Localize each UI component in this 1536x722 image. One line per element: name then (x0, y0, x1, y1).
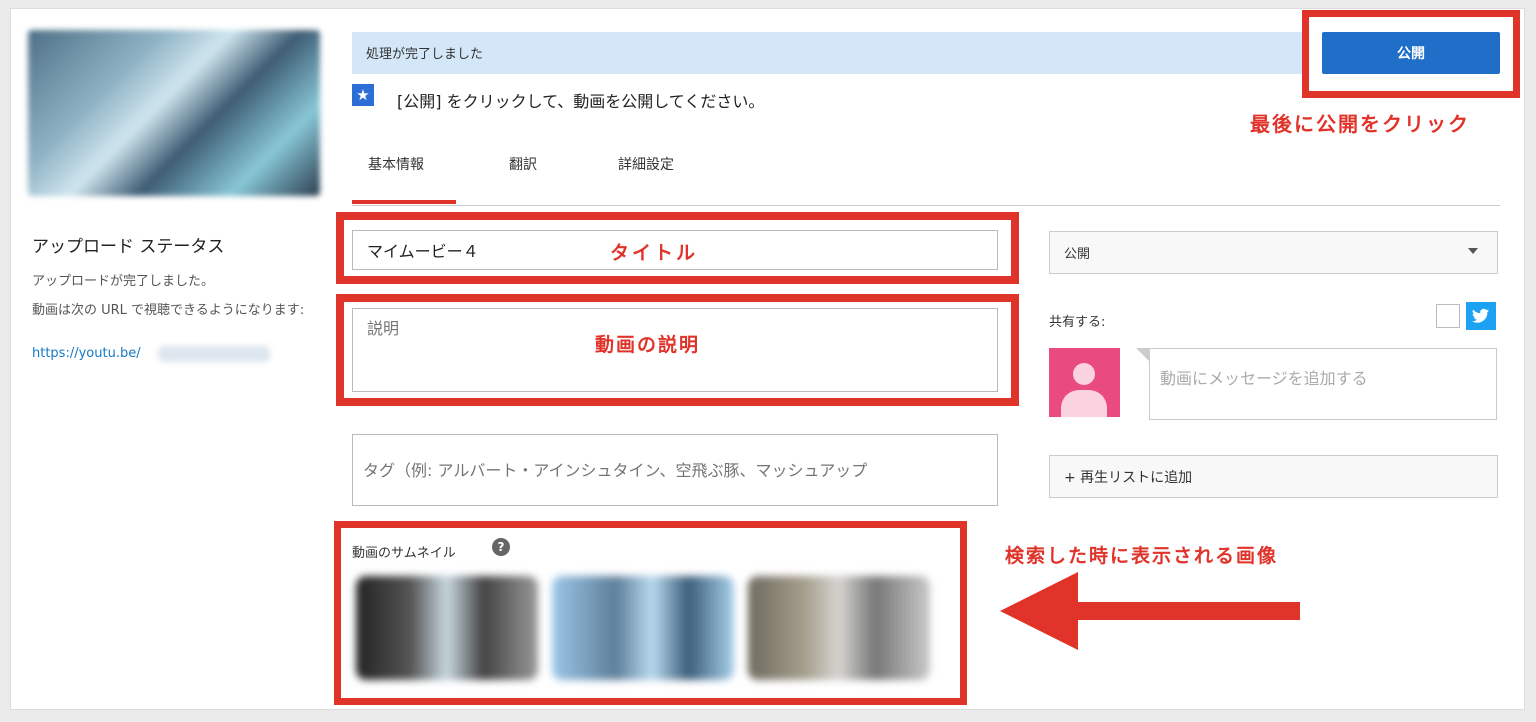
thumbnail-option-1[interactable] (356, 576, 538, 680)
annotation-publish: 最後に公開をクリック (1250, 112, 1470, 136)
upload-status-done: アップロードが完了しました。 (32, 274, 215, 289)
tags-input[interactable] (352, 434, 998, 506)
message-bubble-tail (1136, 348, 1150, 362)
help-icon[interactable]: ? (492, 538, 510, 556)
annotation-title: タイトル (610, 242, 699, 264)
add-to-playlist-button[interactable]: + 再生リストに追加 (1049, 455, 1498, 498)
upload-status-url-text: 動画は次の URL で視聴できるようになります: (32, 303, 305, 318)
arrow-left-icon (1000, 572, 1300, 650)
thumbnail-option-2[interactable] (552, 576, 734, 680)
video-preview (28, 30, 320, 196)
annotation-description: 動画の説明 (595, 334, 701, 356)
tab-translation[interactable]: 翻訳 (509, 154, 537, 174)
thumbnail-option-3[interactable] (748, 576, 930, 680)
video-url-link[interactable]: https://youtu.be/ (32, 346, 141, 361)
dropdown-caret-icon (1468, 248, 1478, 254)
tabs-divider (352, 205, 1500, 206)
avatar-icon (1049, 348, 1120, 417)
tab-active-indicator (352, 200, 456, 204)
twitter-icon[interactable] (1466, 302, 1496, 330)
share-checkbox[interactable] (1436, 304, 1460, 328)
upload-status-title: アップロード ステータス (32, 237, 225, 257)
annotation-thumbnail: 検索した時に表示される画像 (1005, 545, 1279, 567)
processing-banner (352, 32, 1304, 74)
share-label: 共有する: (1049, 315, 1106, 330)
tab-basic-info[interactable]: 基本情報 (368, 154, 424, 174)
privacy-dropdown[interactable]: 公開 (1049, 231, 1498, 274)
publish-instruction: [公開] をクリックして、動画を公開してください。 (397, 92, 765, 111)
video-url-blurred (158, 346, 270, 362)
tab-advanced-settings[interactable]: 詳細設定 (618, 154, 674, 174)
share-message-placeholder: 動画にメッセージを追加する (1160, 369, 1368, 388)
thumbnail-label: 動画のサムネイル (352, 546, 456, 561)
processing-banner-text: 処理が完了しました (366, 47, 484, 62)
publish-button[interactable]: 公開 (1322, 32, 1500, 74)
star-icon: ★ (352, 84, 374, 106)
